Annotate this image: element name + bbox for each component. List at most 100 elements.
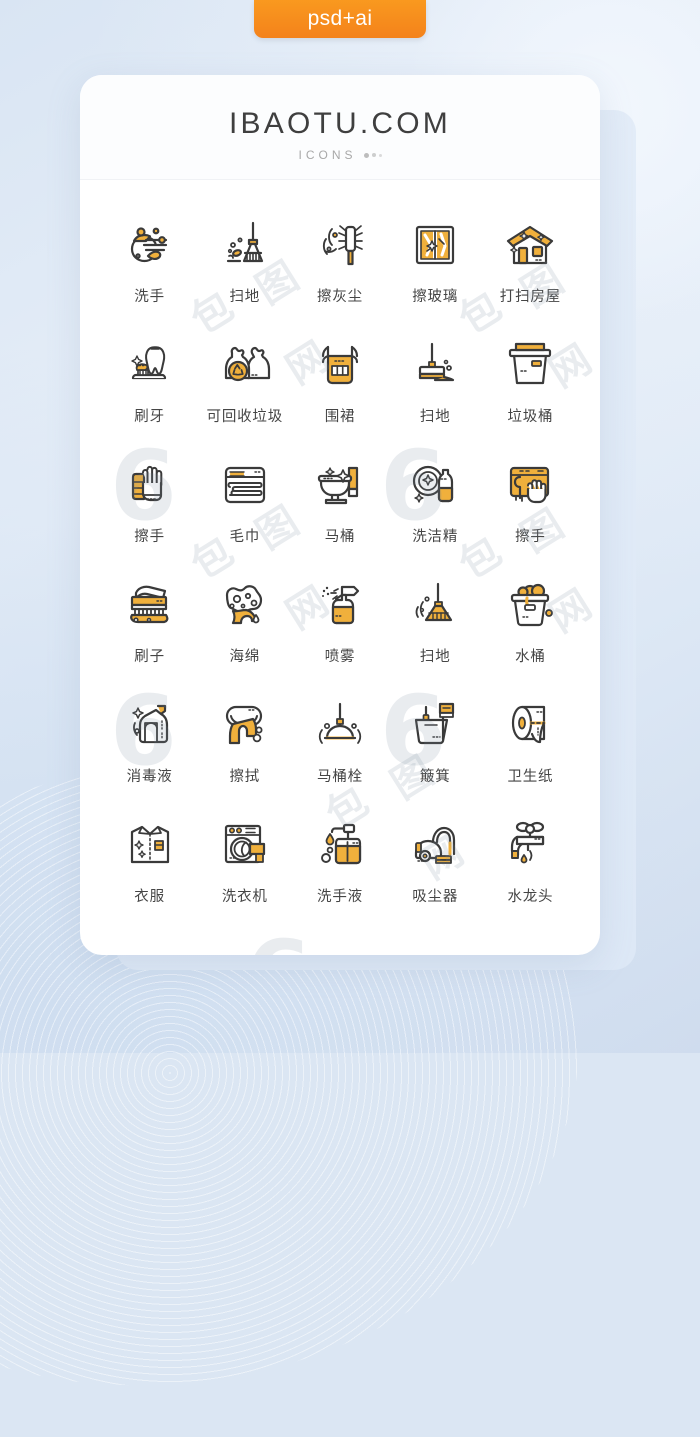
apron-icon (309, 334, 371, 396)
dustpan-icon (404, 694, 466, 756)
icon-cell-toilet[interactable]: 马桶 (292, 454, 387, 564)
toilet-icon (309, 454, 371, 516)
spray-bottle-icon (309, 574, 371, 636)
sweep-floor-broom-icon (214, 214, 276, 276)
icon-grid: 洗手 扫地 擦灰尘 擦玻璃 打扫房屋 刷牙 可回收垃圾 围裙 扫地 垃圾桶 擦手… (80, 180, 600, 924)
icon-label: 喷雾 (324, 649, 356, 665)
icon-label: 扫地 (419, 649, 451, 665)
icon-cell-floor-squeegee[interactable]: 扫地 (388, 334, 483, 444)
icon-cell-wipe-hand-cloth[interactable]: 擦手 (483, 454, 578, 564)
icon-cell-apron[interactable]: 围裙 (292, 334, 387, 444)
icon-label: 洗衣机 (221, 889, 268, 905)
clean-window-icon (404, 214, 466, 276)
icon-cell-towel[interactable]: 毛巾 (197, 454, 292, 564)
icon-cell-broom-sweeping[interactable]: 扫地 (388, 574, 483, 684)
page-subtitle: ICONS (298, 148, 357, 162)
dust-brush-icon (309, 214, 371, 276)
icon-label: 水龙头 (507, 889, 554, 905)
icon-cell-toilet-paper[interactable]: 卫生纸 (483, 694, 578, 804)
icon-cell-dust-brush[interactable]: 擦灰尘 (292, 214, 387, 324)
icon-cell-water-bucket[interactable]: 水桶 (483, 574, 578, 684)
icon-cell-dustpan[interactable]: 簸箕 (388, 694, 483, 804)
icon-cell-vacuum-cleaner[interactable]: 吸尘器 (388, 814, 483, 924)
card-header: IBAOTU.COM ICONS (80, 75, 600, 180)
icon-label: 簸箕 (419, 769, 451, 785)
icon-label: 马桶 (324, 529, 356, 545)
icon-cell-recyclable-trash[interactable]: 可回收垃圾 (197, 334, 292, 444)
icon-label: 刷牙 (134, 409, 165, 425)
wipe-hand-cloth-icon (499, 454, 561, 516)
psd-ai-badge: psd+ai (254, 0, 426, 38)
subtitle-row: ICONS (80, 148, 600, 162)
trash-bin-icon (499, 334, 561, 396)
icon-label: 洗手液 (317, 889, 363, 905)
icon-label: 擦拭 (229, 769, 261, 785)
disinfectant-icon (119, 694, 181, 756)
scrub-brush-icon (119, 574, 181, 636)
recyclable-trash-bags-icon (214, 334, 276, 396)
icon-label: 毛巾 (229, 529, 261, 545)
watermark-mark: 6 (245, 920, 312, 955)
icon-label: 擦手 (515, 529, 546, 545)
clean-house-icon (499, 214, 561, 276)
vacuum-cleaner-icon (404, 814, 466, 876)
icon-cell-clean-house[interactable]: 打扫房屋 (483, 214, 578, 324)
icon-cell-spray-bottle[interactable]: 喷雾 (292, 574, 387, 684)
icon-label: 擦手 (134, 529, 165, 545)
icon-label: 衣服 (134, 889, 165, 905)
floor-squeegee-icon (404, 334, 466, 396)
dish-soap-icon (404, 454, 466, 516)
icon-label: 擦玻璃 (412, 289, 459, 305)
icon-label: 马桶栓 (317, 769, 363, 785)
brush-teeth-icon (119, 334, 181, 396)
icon-cell-disinfectant[interactable]: 消毒液 (102, 694, 197, 804)
toilet-paper-icon (499, 694, 561, 756)
washing-machine-icon (214, 814, 276, 876)
cleaning-gloves-icon (119, 454, 181, 516)
icon-cell-wipe-cloth[interactable]: 擦拭 (197, 694, 292, 804)
icon-cell-faucet[interactable]: 水龙头 (483, 814, 578, 924)
icon-label: 擦灰尘 (317, 289, 363, 305)
icon-cell-brush-teeth[interactable]: 刷牙 (102, 334, 197, 444)
icon-cell-trash-bin[interactable]: 垃圾桶 (483, 334, 578, 444)
shirt-icon (119, 814, 181, 876)
sponge-icon (214, 574, 276, 636)
hand-soap-dispenser-icon (309, 814, 371, 876)
icon-cell-washing-machine[interactable]: 洗衣机 (197, 814, 292, 924)
toilet-plunger-icon (309, 694, 371, 756)
icon-label: 水桶 (515, 649, 546, 665)
icon-cell-dish-soap[interactable]: 洗洁精 (388, 454, 483, 564)
towel-icon (214, 454, 276, 516)
page-title: IBAOTU.COM (228, 107, 451, 140)
icon-label: 吸尘器 (412, 889, 459, 905)
icon-cell-cleaning-gloves[interactable]: 擦手 (102, 454, 197, 564)
icon-label: 消毒液 (126, 769, 173, 785)
wash-hands-icon (119, 214, 181, 276)
icon-label: 打扫房屋 (499, 289, 561, 305)
icon-cell-sponge[interactable]: 海绵 (197, 574, 292, 684)
wipe-cloth-icon (214, 694, 276, 756)
icon-cell-shirt[interactable]: 衣服 (102, 814, 197, 924)
icon-label: 围裙 (324, 409, 356, 425)
icon-label: 扫地 (229, 289, 261, 305)
faucet-icon (499, 814, 561, 876)
dots-decoration-icon (363, 152, 382, 158)
icon-cell-wash-hands[interactable]: 洗手 (102, 214, 197, 324)
icon-label: 洗洁精 (412, 529, 459, 545)
psd-ai-badge-label: psd+ai (307, 7, 373, 30)
icon-label: 洗手 (134, 289, 165, 305)
icon-cell-scrub-brush[interactable]: 刷子 (102, 574, 197, 684)
icon-label: 可回收垃圾 (206, 409, 284, 425)
icon-cell-clean-window[interactable]: 擦玻璃 (388, 214, 483, 324)
icon-label: 垃圾桶 (507, 409, 554, 425)
icon-set-card: IBAOTU.COM ICONS 洗手 扫地 擦灰尘 擦玻璃 打扫房屋 刷牙 可… (80, 75, 600, 955)
icon-label: 海绵 (229, 649, 261, 665)
icon-cell-toilet-plunger[interactable]: 马桶栓 (292, 694, 387, 804)
icon-label: 扫地 (419, 409, 451, 425)
icon-cell-hand-soap-dispenser[interactable]: 洗手液 (292, 814, 387, 924)
icon-label: 卫生纸 (507, 769, 554, 785)
icon-label: 刷子 (134, 649, 165, 665)
water-bucket-icon (499, 574, 561, 636)
broom-sweeping-icon (404, 574, 466, 636)
icon-cell-sweep-floor[interactable]: 扫地 (197, 214, 292, 324)
